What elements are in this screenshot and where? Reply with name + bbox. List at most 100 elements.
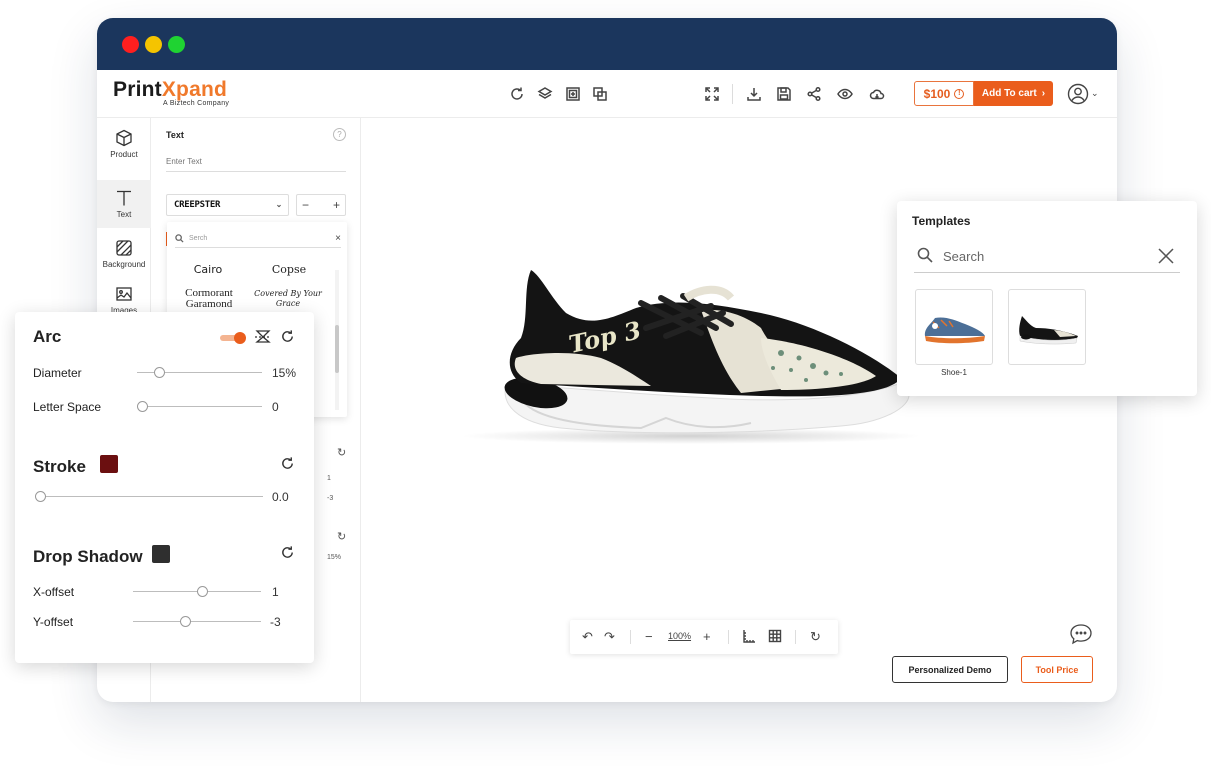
slider-handle[interactable] [35,491,46,502]
maximize-window-button[interactable] [168,36,185,53]
tool-price-button[interactable]: Tool Price [1021,656,1093,683]
chevron-down-icon: ⌄ [275,200,283,209]
letter-space-label: Letter Space [33,400,102,414]
zoom-in-icon[interactable]: + [703,629,711,644]
y-offset-slider[interactable] [133,616,261,627]
stroke-slider[interactable] [35,491,263,502]
text-effects-panel: Arc Diameter 15% Letter Space 0 Stroke 0… [15,312,314,663]
flip-icon[interactable] [255,328,271,344]
cube-icon [116,129,132,147]
font-option-cormorant-garamond[interactable]: Cormorant Garamond [168,288,250,310]
zoom-level[interactable]: 100% [668,631,691,641]
font-option-covered-by-your-grace[interactable]: Covered By Your Grace [249,289,327,309]
duplicate-icon[interactable] [591,85,609,103]
layers-icon[interactable] [536,85,554,103]
search-icon [914,247,943,266]
template-thumbnail[interactable] [915,289,993,365]
refresh-icon[interactable] [280,545,295,560]
refresh-icon[interactable] [280,329,295,344]
user-avatar-icon[interactable] [1067,83,1089,105]
decrease-button[interactable]: − [302,198,309,212]
text-input[interactable] [166,152,346,172]
redo-icon[interactable]: ↷ [604,629,615,645]
canvas-toolbar: ↶ ↷ − 100% + ↻ [570,620,838,654]
image-icon [116,287,132,301]
close-window-button[interactable] [122,36,139,53]
window-titlebar [97,18,1117,70]
chat-icon[interactable] [1069,623,1093,645]
dropdown-scrollbar[interactable] [335,270,339,410]
page: PrintXpand A Biztech Company $100! Add T… [0,0,1211,766]
y-offset-label: Y-offset [33,615,74,629]
add-to-cart-button[interactable]: Add To cart › [974,81,1053,106]
sidebar-item-text[interactable]: Text [97,180,151,228]
chevron-down-icon[interactable]: ⌄ [1091,88,1099,99]
help-icon[interactable]: ? [333,128,346,141]
drop-shadow-title: Drop Shadow [33,547,143,566]
chevron-right-icon: › [1041,88,1046,99]
slider-handle[interactable] [179,616,191,627]
background-icon [116,240,132,256]
mini-value: 15% [327,554,342,561]
arc-toggle[interactable] [220,332,246,344]
arc-title: Arc [33,327,62,346]
shadow-color-swatch[interactable] [152,545,170,563]
font-option-copse[interactable]: Copse [249,263,329,276]
increase-button[interactable]: + [333,198,340,212]
slider-handle[interactable] [154,367,166,378]
sidebar-item-product[interactable]: Product [97,120,151,168]
diameter-slider[interactable] [137,367,262,378]
fullscreen-icon[interactable] [703,85,721,103]
close-icon[interactable] [1157,247,1175,265]
close-icon[interactable]: × [335,233,341,244]
brand-logo[interactable]: PrintXpand A Biztech Company [113,78,229,107]
template-thumbnail[interactable] [1008,289,1086,365]
templates-search-input[interactable]: Search [914,241,1180,273]
zoom-out-icon[interactable]: − [645,629,653,644]
search-icon [175,234,184,243]
cloud-icon[interactable] [868,85,886,103]
refresh-icon[interactable] [280,456,295,471]
diameter-value: 15% [272,366,297,380]
logo-text: PrintXpand [113,78,228,101]
undo-icon[interactable]: ↶ [582,629,593,645]
font-size-stepper[interactable]: − + [296,194,346,216]
stroke-color-swatch[interactable] [100,455,118,473]
diameter-label: Diameter [33,366,82,380]
ruler-icon[interactable] [742,629,756,646]
font-select[interactable]: CREEPSTER ⌄ [166,194,289,216]
templates-title: Templates [912,214,971,228]
download-icon[interactable] [745,85,763,103]
templates-panel: Templates Search Shoe-1 [897,201,1197,396]
refresh-icon[interactable]: ↻ [337,530,346,543]
letter-space-slider[interactable] [137,401,262,412]
save-icon[interactable] [775,85,793,103]
mini-value: -3 [327,495,334,502]
personalized-demo-button[interactable]: Personalized Demo [892,656,1008,683]
stroke-value: 0.0 [272,490,289,504]
x-offset-label: X-offset [33,585,75,599]
mini-value: 1 [327,475,331,482]
letter-space-value: 0 [272,400,279,414]
template-label: Shoe-1 [941,368,967,377]
y-offset-value: -3 [270,615,281,629]
refresh-icon[interactable]: ↻ [337,446,346,459]
font-option-cairo[interactable]: Cairo [168,263,248,276]
info-icon[interactable]: ! [954,88,965,99]
grid-icon[interactable] [768,629,782,646]
slider-handle[interactable] [197,586,209,597]
minimize-window-button[interactable] [145,36,162,53]
price-badge[interactable]: $100! [914,81,974,106]
add-frame-icon[interactable] [564,85,582,103]
font-search[interactable]: Serch × [175,230,341,248]
logo-tagline: A Biztech Company [163,100,230,107]
sidebar-item-background[interactable]: Background [97,230,151,278]
x-offset-slider[interactable] [133,586,261,597]
text-icon [117,190,131,206]
share-icon[interactable] [805,85,823,103]
preview-icon[interactable] [836,85,854,103]
refresh-icon[interactable] [508,85,526,103]
slider-handle[interactable] [137,401,148,412]
reset-icon[interactable]: ↻ [810,629,821,645]
shoe-product-image[interactable]: Top 3 [461,258,921,458]
